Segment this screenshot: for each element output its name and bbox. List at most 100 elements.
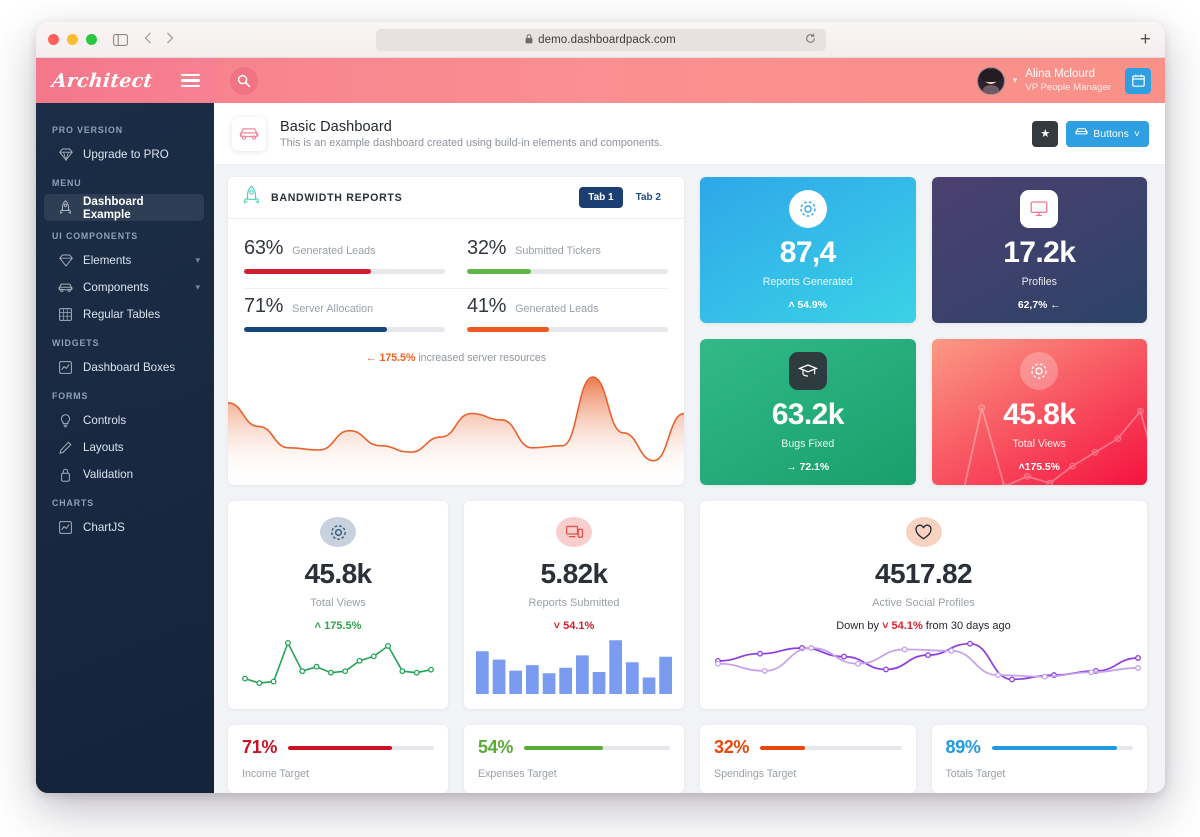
target-percent: 89% (945, 737, 981, 757)
window-controls[interactable] (48, 34, 97, 45)
stat-value: 45.8k (1003, 397, 1076, 431)
sidebar-item-chartjs[interactable]: ChartJS (36, 514, 214, 541)
progress-item: 32% Submitted Tickers (467, 231, 668, 288)
stat-tile-reports-generated[interactable]: 87,4 Reports Generated ˄ 54.9% (700, 177, 916, 323)
mini-delta: ˅ 54.1% (553, 620, 595, 632)
devices-icon (556, 517, 592, 547)
url-text: demo.dashboardpack.com (538, 34, 676, 46)
chevron-down-icon: ˅ (1133, 127, 1140, 140)
social-label: Active Social Profiles (872, 597, 975, 609)
target-label: Expenses Target (478, 768, 557, 780)
bandwidth-tabs[interactable]: Tab 1 Tab 2 (579, 187, 670, 208)
mini-label: Total Views (310, 597, 366, 609)
sidebar-nav: PRO VERSION Upgrade to PRO MENU Dashboar… (36, 103, 214, 561)
maximize-window-icon[interactable] (86, 34, 97, 45)
favorite-button[interactable]: ★ (1032, 120, 1059, 147)
stat-delta: → 72.1% (786, 461, 830, 473)
nav-arrows[interactable] (144, 31, 174, 49)
sidebar-item-layouts[interactable]: Layouts (36, 434, 214, 461)
user-menu[interactable]: ▾ Alina Mclourd VP People Manager (976, 66, 1151, 95)
top-bar: ▾ Alina Mclourd VP People Manager (214, 58, 1165, 103)
browser-window: demo.dashboardpack.com + Architect PRO V… (36, 22, 1165, 793)
screenshot-root: demo.dashboardpack.com + Architect PRO V… (0, 0, 1200, 837)
stat-tile-profiles[interactable]: 17.2k Profiles 62,7% ← (931, 177, 1147, 323)
lock-icon (58, 467, 73, 482)
sidebar-item-components[interactable]: Components ▾ (36, 274, 214, 301)
sidebar-item-label: Regular Tables (83, 308, 161, 321)
stat-delta: 62,7% ← (1017, 299, 1061, 311)
social-note-suffix: from 30 days ago (925, 620, 1011, 632)
app-logo[interactable]: Architect (51, 70, 154, 92)
bandwidth-reports-card: BANDWIDTH REPORTS Tab 1 Tab 2 63% Genera… (228, 177, 684, 485)
progress-percent: 71% (244, 295, 284, 317)
address-bar[interactable]: demo.dashboardpack.com (375, 29, 826, 51)
lock-icon (525, 31, 533, 49)
back-icon[interactable] (144, 31, 152, 49)
sidebar-item-upgrade-to-pro[interactable]: Upgrade to PRO (36, 141, 214, 168)
mini-card-total-views: 45.8k Total Views ˄ 175.5% (228, 501, 448, 709)
sidebar-item-validation[interactable]: Validation (36, 461, 214, 488)
sidebar-item-label: Dashboard Example (83, 194, 144, 221)
sidebar-item-controls[interactable]: Controls (36, 407, 214, 434)
calendar-icon[interactable] (1125, 67, 1151, 94)
sidebar-item-label: Components (83, 281, 149, 294)
target-label: Income Target (242, 768, 309, 780)
sidebar-item-label: Layouts (83, 441, 124, 454)
target-card-income: 71% Income Target (228, 725, 448, 793)
sidebar-item-label: Elements (83, 254, 132, 267)
progress-bar (467, 269, 668, 274)
stat-tile-total-views[interactable]: 45.8k Total Views ˄175.5% (931, 339, 1147, 485)
tab-2[interactable]: Tab 2 (627, 187, 670, 208)
close-window-icon[interactable] (48, 34, 59, 45)
mini-label: Reports Submitted (528, 597, 620, 609)
avatar[interactable] (976, 66, 1005, 95)
mini-value: 5.82k (540, 558, 608, 589)
stat-tile-bugs-fixed[interactable]: 63.2k Bugs Fixed → 72.1% (700, 339, 916, 485)
reload-icon[interactable] (805, 33, 816, 47)
application: Architect PRO VERSION Upgrade to PRO MEN… (36, 58, 1165, 793)
tab-1[interactable]: Tab 1 (579, 187, 623, 208)
mini-card-reports-submitted: 5.82k Reports Submitted ˅ 54.1% (464, 501, 684, 709)
rocket-icon (242, 185, 261, 210)
chart-icon (58, 520, 73, 535)
minimize-window-icon[interactable] (67, 34, 78, 45)
menu-toggle-icon[interactable] (181, 74, 200, 87)
sidebar-toggle-icon[interactable] (113, 33, 128, 46)
chevron-down-icon[interactable]: ▾ (195, 282, 200, 293)
car-icon (1075, 127, 1088, 140)
forward-icon[interactable] (166, 31, 174, 49)
chrome-actions[interactable]: + (1140, 30, 1151, 49)
progress-percent: 32% (467, 237, 507, 259)
graduation-icon (788, 351, 827, 390)
mini-delta: ˄ 175.5% (314, 620, 362, 632)
page-header: Basic Dashboard This is an example dashb… (214, 103, 1165, 165)
stat-label: Reports Generated (762, 275, 853, 288)
progress-item: 63% Generated Leads (244, 231, 445, 288)
stat-value: 17.2k (1003, 235, 1076, 269)
chevron-down-icon[interactable]: ▾ (1013, 75, 1018, 86)
target-percent: 71% (242, 737, 278, 757)
table-icon (58, 307, 73, 322)
sidebar-item-label: Controls (83, 414, 127, 427)
bandwidth-area-chart (228, 362, 684, 485)
chevron-down-icon[interactable]: ▾ (195, 255, 200, 266)
stat-delta: ˄175.5% (1018, 461, 1060, 473)
reports-submitted-bar-chart (476, 632, 672, 699)
main-area: ▾ Alina Mclourd VP People Manager Basic … (214, 58, 1165, 793)
progress-label: Server Allocation (292, 303, 374, 315)
sidebar-item-dashboard-boxes[interactable]: Dashboard Boxes (36, 354, 214, 381)
sidebar-item-dashboard-example[interactable]: Dashboard Example (44, 194, 204, 221)
target-percent: 54% (478, 737, 514, 757)
stat-label: Profiles (1021, 275, 1057, 288)
stat-tiles: 87,4 Reports Generated ˄ 54.9% 17.2k Pro… (700, 177, 1147, 485)
page-subtitle: This is an example dashboard created usi… (280, 136, 663, 149)
plus-icon[interactable]: + (1140, 30, 1151, 49)
buttons-dropdown[interactable]: Buttons ˅ (1066, 120, 1149, 147)
total-views-line-chart (240, 632, 436, 699)
sidebar-item-regular-tables[interactable]: Regular Tables (36, 301, 214, 328)
dashboard-row-2: 45.8k Total Views ˄ 175.5% 5.82k Reports… (228, 501, 1147, 709)
search-icon[interactable] (230, 66, 258, 95)
progress-label: Generated Leads (515, 303, 599, 315)
sidebar-item-elements[interactable]: Elements ▾ (36, 247, 214, 274)
page-title: Basic Dashboard (280, 118, 392, 135)
